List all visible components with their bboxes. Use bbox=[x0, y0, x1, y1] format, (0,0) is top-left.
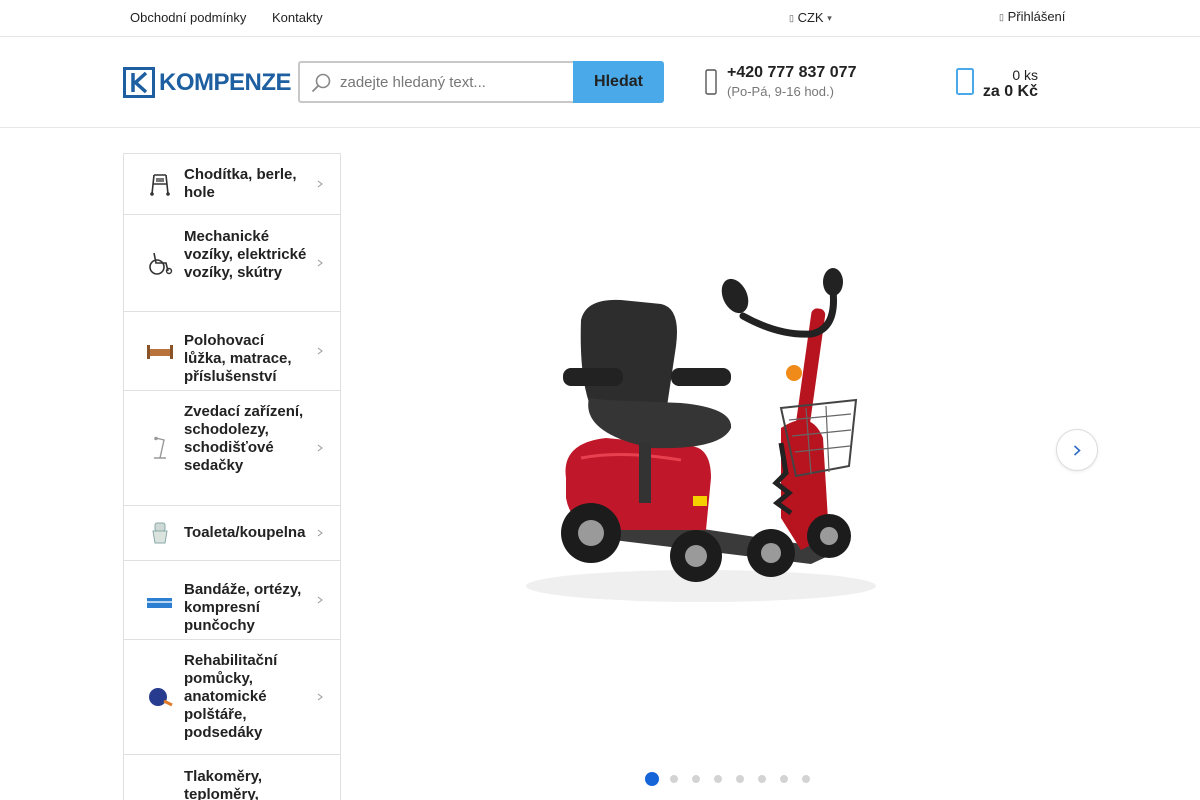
contacts-link[interactable]: Kontakty bbox=[272, 10, 323, 25]
wheelchair-icon bbox=[149, 252, 173, 275]
lift-icon bbox=[154, 436, 166, 459]
chevron-right-icon bbox=[317, 529, 323, 537]
carousel-dot[interactable] bbox=[714, 775, 722, 783]
walker-icon bbox=[150, 174, 170, 196]
toilet-icon bbox=[152, 522, 168, 544]
logo[interactable]: KOMPENZE bbox=[123, 67, 292, 98]
carousel-dot[interactable] bbox=[670, 775, 678, 783]
chevron-down-icon: ▾ bbox=[827, 13, 832, 23]
category-item-walkers[interactable]: Chodítka, berle, hole bbox=[124, 154, 340, 215]
category-label: Mechanické vozíky, elektrické vozíky, sk… bbox=[184, 228, 307, 281]
category-item-wheelchairs[interactable]: Mechanické vozíky, elektrické vozíky, sk… bbox=[124, 215, 340, 312]
carousel-next-button[interactable] bbox=[1056, 429, 1098, 471]
carousel-dot[interactable] bbox=[802, 775, 810, 783]
search-form: Hledat bbox=[298, 61, 664, 103]
bed-icon bbox=[147, 345, 173, 359]
carousel-pagination bbox=[645, 772, 824, 786]
rehab-ball-icon bbox=[149, 688, 173, 707]
chevron-right-icon bbox=[317, 180, 323, 188]
category-item-toilet[interactable]: Toaleta/koupelna bbox=[124, 506, 340, 561]
category-label: Bandáže, ortézy, kompresní punčochy bbox=[184, 581, 302, 634]
carousel-dot[interactable] bbox=[692, 775, 700, 783]
category-label: Zvedací zařízení, schodolezy, schodišťov… bbox=[184, 403, 304, 474]
cart-summary[interactable]: 0 ks za 0 Kč bbox=[956, 64, 1038, 104]
mobility-scooter-image[interactable] bbox=[511, 268, 901, 613]
terms-link[interactable]: Obchodní podmínky bbox=[130, 10, 246, 25]
category-label: Polohovací lůžka, matrace, příslušenství bbox=[184, 332, 292, 385]
category-label: Toaleta/koupelna bbox=[184, 524, 306, 541]
chevron-right-icon bbox=[317, 347, 323, 355]
currency-icon: ▯ bbox=[789, 13, 794, 23]
chevron-right-icon bbox=[317, 259, 323, 267]
cart-quantity: 0 ks bbox=[1012, 67, 1038, 83]
header: KOMPENZE Hledat +420 777 837 077 (Po-Pá,… bbox=[0, 37, 1200, 128]
chevron-right-icon bbox=[1073, 445, 1081, 456]
login-label: Přihlášení bbox=[1007, 9, 1066, 24]
search-button[interactable]: Hledat bbox=[573, 61, 664, 103]
carousel-dot[interactable] bbox=[736, 775, 744, 783]
category-sidebar: Chodítka, berle, hole Mechanické vozíky,… bbox=[123, 153, 341, 800]
phone-hours: (Po-Pá, 9-16 hod.) bbox=[727, 84, 834, 99]
category-label: Rehabilitační pomůcky, anatomické polštá… bbox=[184, 652, 278, 741]
bandage-icon bbox=[147, 598, 172, 608]
category-item-thermometers[interactable]: Tlakoměry, teploměry, bbox=[124, 755, 340, 800]
chevron-right-icon bbox=[317, 444, 323, 452]
logo-text: KOMPENZE bbox=[159, 68, 292, 96]
chevron-right-icon bbox=[317, 693, 323, 701]
carousel-dot[interactable] bbox=[780, 775, 788, 783]
cart-total: za 0 Kč bbox=[982, 83, 1038, 100]
category-item-bandages[interactable]: Bandáže, ortézy, kompresní punčochy bbox=[124, 561, 340, 640]
top-bar: Obchodní podmínky Kontakty ▯ CZK ▾ ▯ Při… bbox=[0, 0, 1200, 37]
carousel-dot[interactable] bbox=[645, 772, 659, 786]
currency-selector[interactable]: ▯ CZK ▾ bbox=[789, 10, 832, 25]
hero-carousel bbox=[341, 128, 1200, 800]
user-icon: ▯ bbox=[999, 12, 1004, 22]
carousel-dot[interactable] bbox=[758, 775, 766, 783]
search-field bbox=[298, 61, 574, 103]
currency-label: CZK bbox=[797, 10, 824, 25]
search-icon bbox=[311, 73, 331, 93]
category-item-lifts[interactable]: Zvedací zařízení, schodolezy, schodišťov… bbox=[124, 391, 340, 506]
category-label: Tlakoměry, teploměry, bbox=[184, 768, 263, 800]
chevron-right-icon bbox=[317, 596, 323, 604]
phone-number[interactable]: +420 777 837 077 bbox=[727, 64, 856, 82]
cart-icon bbox=[956, 68, 974, 95]
category-item-rehab[interactable]: Rehabilitační pomůcky, anatomické polštá… bbox=[124, 640, 340, 755]
logo-mark-icon bbox=[123, 67, 155, 98]
phone-icon bbox=[705, 69, 717, 95]
login-link[interactable]: ▯ Přihlášení bbox=[999, 9, 1065, 24]
search-input[interactable] bbox=[340, 63, 570, 101]
category-item-beds[interactable]: Polohovací lůžka, matrace, příslušenství bbox=[124, 312, 340, 391]
category-label: Chodítka, berle, hole bbox=[184, 166, 297, 201]
